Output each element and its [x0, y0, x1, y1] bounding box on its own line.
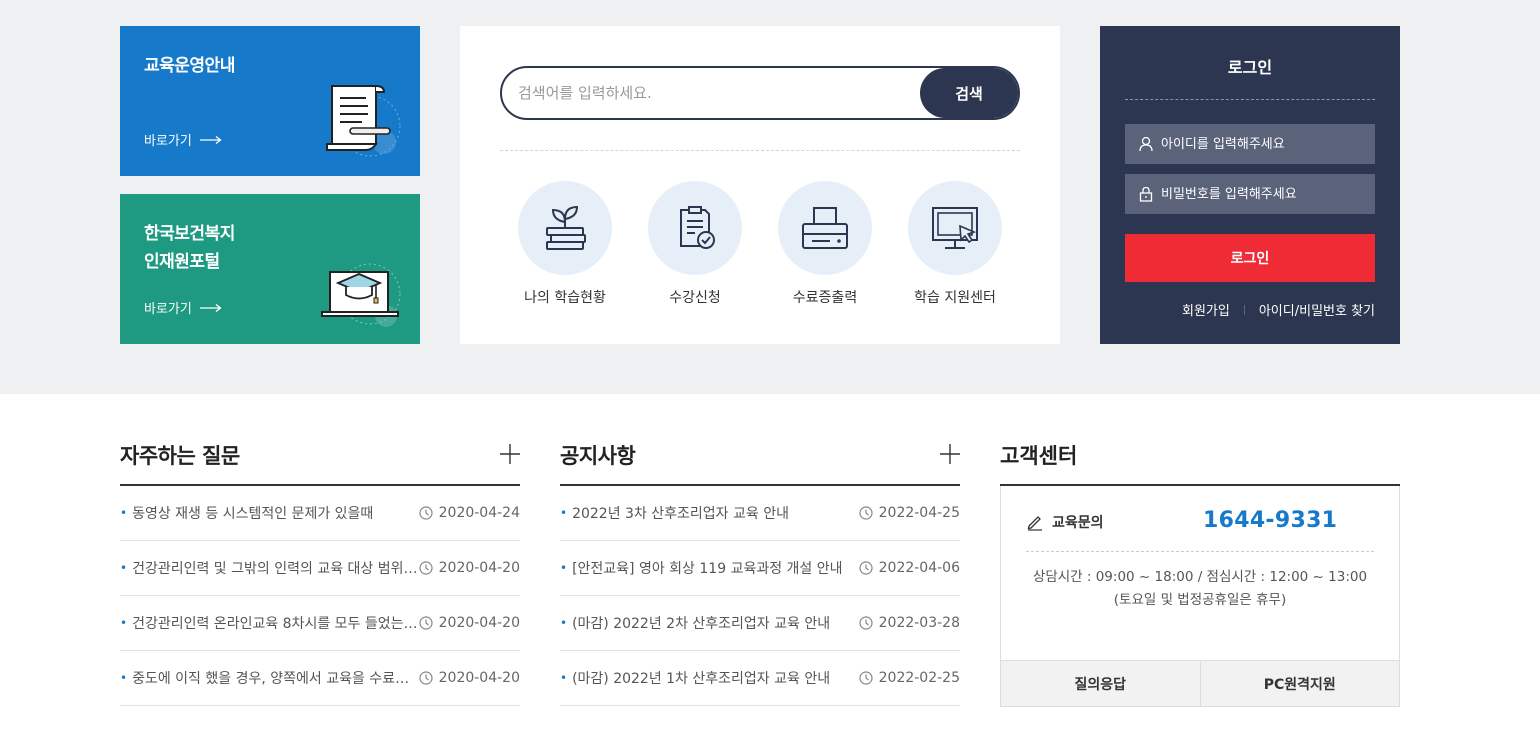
faq-section: 자주하는 질문 • 동영상 재생 등 시스템적인 문제가 있을때 2020-04-2… — [120, 428, 520, 706]
inquiry-label: 교육문의 — [1052, 515, 1104, 531]
clock-icon — [859, 561, 873, 575]
faq-list: • 동영상 재생 등 시스템적인 문제가 있을때 2020-04-24 • 건강관리인… — [120, 486, 520, 706]
list-item: • [안전교육] 영아 회상 119 교육과정 개설 안내 2022-04-06 — [560, 541, 960, 596]
item-text: (마감) 2022년 2차 산후조리업자 교육 안내 — [572, 616, 831, 632]
item-text: 건강관리인력 및 그밖의 인력의 교육 대상 범위 안내 — [132, 561, 419, 577]
education-guide-card[interactable]: 교육운영안내 바로가기 — [120, 26, 420, 176]
plus-icon[interactable] — [500, 444, 520, 464]
list-item: • 건강관리인력 및 그밖의 인력의 교육 대상 범위 안내 2020-04-20 — [120, 541, 520, 596]
customer-center-section: 고객센터 교육문의 1644-9331 상담시간 : 09:00 ~ 18:00… — [1000, 428, 1400, 707]
quick-link-label: 수료증출력 — [792, 290, 858, 306]
clipboard-check-icon — [680, 206, 715, 249]
quick-link-enroll[interactable]: 수강신청 — [635, 181, 755, 307]
login-panel: 로그인 로그인 회원가입 아이디/비밀번호 찾기 — [1100, 26, 1400, 344]
business-hours: 상담시간 : 09:00 ~ 18:00 / 점심시간 : 12:00 ~ 13… — [1032, 569, 1368, 585]
item-date: 2022-03-28 — [878, 615, 960, 631]
find-account-link[interactable]: 아이디/비밀번호 찾기 — [1259, 300, 1375, 319]
notice-list: • 2022년 3차 산후조리업자 교육 안내 2022-04-25 • [안전교육]… — [560, 486, 960, 706]
item-text: [안전교육] 영아 회상 119 교육과정 개설 안내 — [572, 561, 843, 577]
quick-link-label: 학습 지원센터 — [914, 290, 996, 306]
portal-card[interactable]: 한국보건복지 인재원포털 바로가기 — [120, 194, 420, 344]
clock-icon — [859, 506, 873, 520]
card-link[interactable]: 바로가기 — [144, 130, 222, 149]
arrow-right-icon — [199, 135, 222, 144]
pencil-icon — [1027, 516, 1042, 531]
item-date: 2020-04-20 — [438, 615, 520, 631]
list-item: • (마감) 2022년 2차 산후조리업자 교육 안내 2022-03-28 — [560, 596, 960, 651]
item-text: (마감) 2022년 1차 산후조리업자 교육 안내 — [572, 671, 831, 687]
item-date: 2022-04-06 — [878, 560, 960, 576]
clock-icon — [419, 616, 433, 630]
clock-icon — [859, 671, 873, 685]
customer-center-box: 교육문의 1644-9331 상담시간 : 09:00 ~ 18:00 / 점심… — [1000, 486, 1400, 707]
quick-link-support-center[interactable]: 학습 지원센터 — [895, 181, 1015, 307]
holiday-notice: (토요일 및 법정공휴일은 휴무) — [1113, 592, 1287, 608]
item-text: 동영상 재생 등 시스템적인 문제가 있을때 — [132, 506, 374, 522]
phone-number: 1644-9331 — [1203, 508, 1338, 533]
item-date: 2020-04-20 — [438, 670, 520, 686]
item-text: 2022년 3차 산후조리업자 교육 안내 — [572, 506, 789, 522]
user-icon — [1139, 136, 1153, 152]
printer-icon — [802, 207, 848, 249]
item-date: 2020-04-24 — [438, 505, 520, 521]
plant-books-icon — [546, 205, 586, 250]
top-banner-area: 교육운영안내 바로가기 한국보건복지 인재원포털 바로가기 검색어를 입력하세요… — [0, 0, 1540, 394]
card-title: 교육운영안내 — [144, 56, 235, 76]
divider — [1125, 99, 1375, 100]
list-item: • 동영상 재생 등 시스템적인 문제가 있을때 2020-04-24 — [120, 486, 520, 541]
quick-link-my-learning[interactable]: 나의 학습현황 — [505, 181, 625, 307]
quick-link-certificate[interactable]: 수료증출력 — [765, 181, 885, 307]
remote-support-button[interactable]: PC원격지원 — [1199, 661, 1399, 706]
plus-icon[interactable] — [940, 444, 960, 464]
monitor-cursor-icon — [932, 207, 978, 249]
section-title: 자주하는 질문 — [120, 444, 240, 468]
notice-section: 공지사항 • 2022년 3차 산후조리업자 교육 안내 2022-04-25 •[… — [560, 428, 960, 706]
clock-icon — [859, 616, 873, 630]
quick-link-label: 나의 학습현황 — [524, 290, 606, 306]
item-text: 중도에 이직 했을 경우, 양쪽에서 교육을 수료해야 하나요 — [132, 671, 419, 687]
login-button[interactable]: 로그인 — [1125, 234, 1375, 282]
password-input[interactable] — [1161, 186, 1361, 202]
quick-link-label: 수강신청 — [669, 290, 721, 306]
search-bar: 검색 — [500, 66, 1020, 120]
join-link[interactable]: 회원가입 — [1182, 300, 1230, 319]
item-date: 2022-04-25 — [878, 505, 960, 521]
card-link[interactable]: 바로가기 — [144, 298, 222, 317]
clock-icon — [419, 506, 433, 520]
login-title: 로그인 — [1227, 58, 1273, 77]
section-title: 공지사항 — [560, 444, 636, 468]
lock-icon — [1139, 186, 1153, 202]
item-date: 2022-02-25 — [878, 670, 960, 686]
list-item: • 2022년 3차 산후조리업자 교육 안내 2022-04-25 — [560, 486, 960, 541]
divider — [500, 150, 1020, 151]
id-input[interactable] — [1161, 136, 1361, 152]
search-panel: 검색 나의 학습현황 — [460, 26, 1060, 344]
card-title: 한국보건복지 인재원포털 — [144, 224, 235, 272]
document-pen-icon — [326, 85, 401, 157]
list-item: • (마감) 2022년 1차 산후조리업자 교육 안내 2022-02-25 — [560, 651, 960, 706]
arrow-right-icon — [199, 303, 222, 312]
search-input[interactable] — [518, 68, 918, 118]
section-title: 고객센터 — [1000, 444, 1078, 468]
list-item: •중도에 이직 했을 경우, 양쪽에서 교육을 수료해야 하나요2020-04-… — [120, 651, 520, 706]
item-date: 2020-04-20 — [438, 560, 520, 576]
password-field-wrap — [1125, 174, 1375, 214]
clock-icon — [419, 671, 433, 685]
search-button[interactable]: 검색 — [920, 68, 1018, 118]
list-item: •건강관리인력 온라인교육 8차시를 모두 들었는데 수료가 안 됩니다2020… — [120, 596, 520, 651]
clock-icon — [419, 561, 433, 575]
id-field-wrap — [1125, 124, 1375, 164]
login-links: 회원가입 아이디/비밀번호 찾기 — [1182, 300, 1375, 319]
divider — [1243, 304, 1245, 315]
qna-button[interactable]: 질의응답 — [1001, 661, 1200, 706]
laptop-graduation-cap-icon — [321, 263, 401, 327]
item-text: 건강관리인력 온라인교육 8차시를 모두 들었는데 수료가 안 됩니다 — [132, 616, 419, 632]
